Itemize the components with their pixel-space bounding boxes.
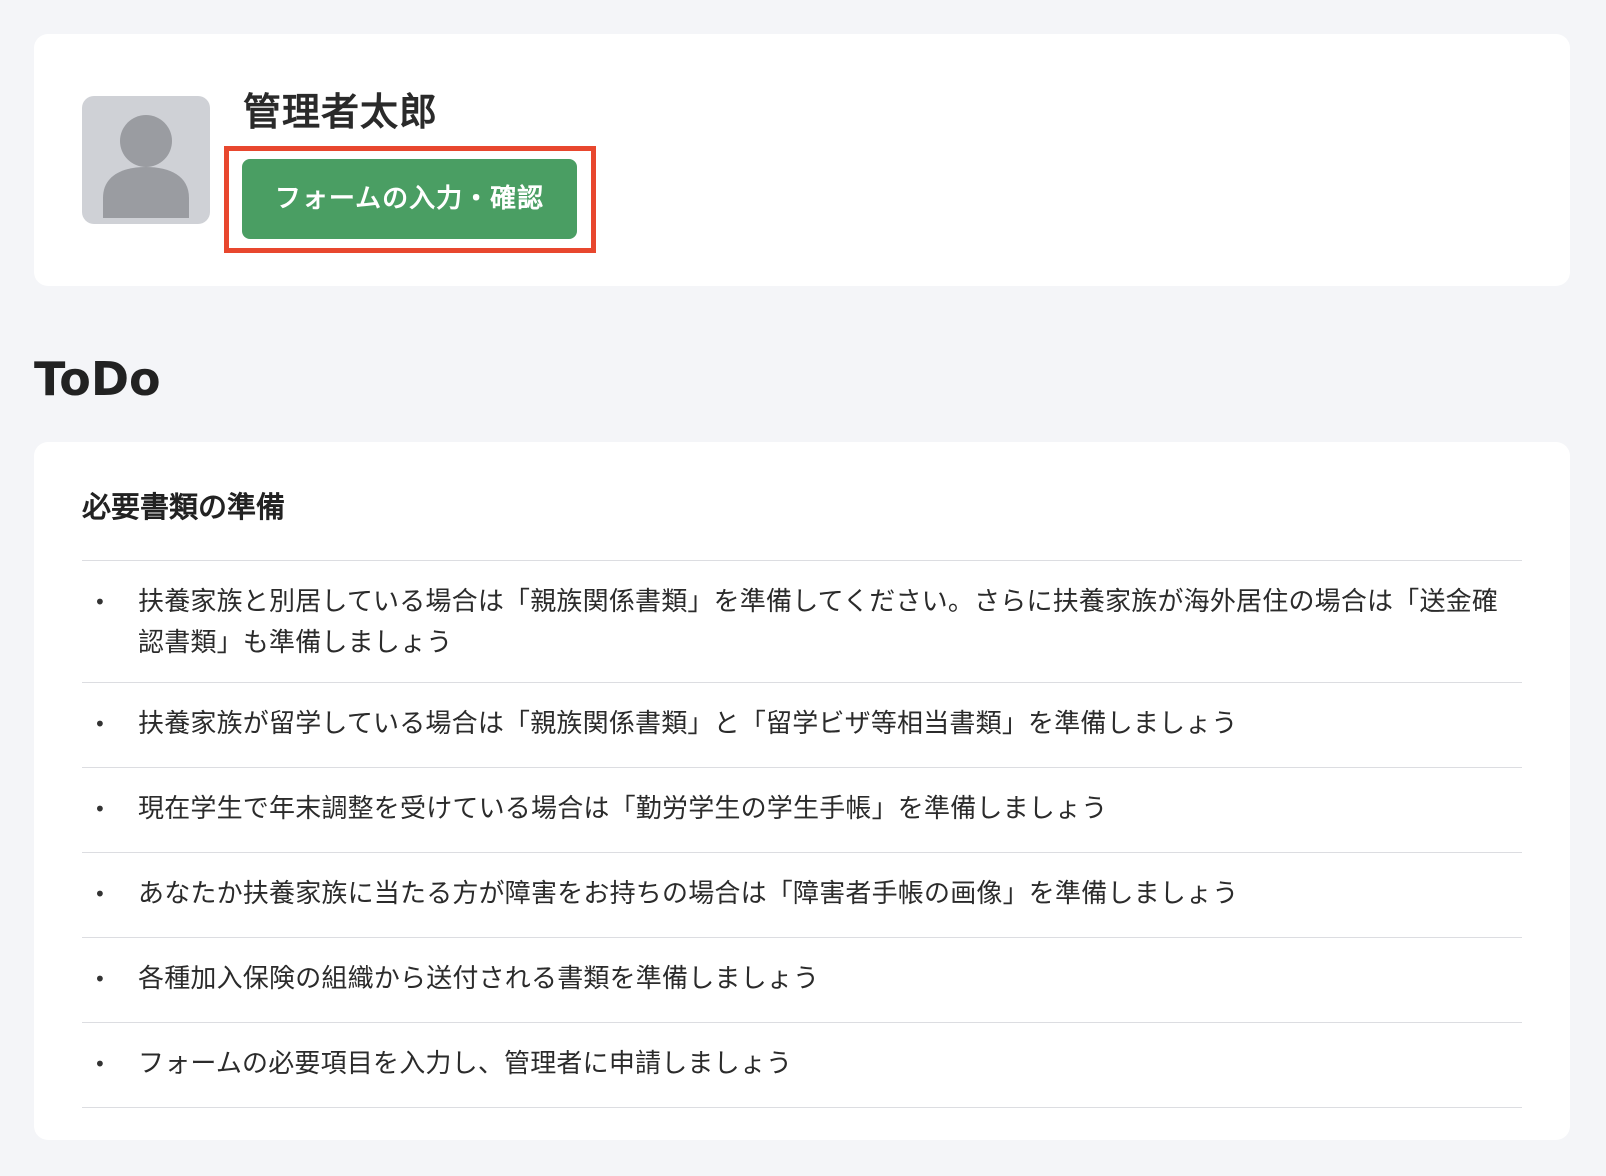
bullet: • <box>94 797 106 821</box>
todo-item-text: 各種加入保険の組織から送付される書類を準備しましょう <box>138 964 820 994</box>
todo-item: • 扶養家族が留学している場合は「親族関係書類」と「留学ビザ等相当書類」を準備し… <box>82 683 1522 768</box>
todo-item: • あなたか扶養家族に当たる方が障害をお持ちの場合は「障害者手帳の画像」を準備し… <box>82 853 1522 938</box>
todo-item-text: 扶養家族と別居している場合は「親族関係書類」を準備してください。さらに扶養家族が… <box>138 587 1499 658</box>
profile-name: 管理者太郎 <box>243 90 439 134</box>
todo-card-title: 必要書類の準備 <box>82 490 286 524</box>
todo-list: • 扶養家族と別居している場合は「親族関係書類」を準備してください。さらに扶養家… <box>82 560 1522 1108</box>
todo-item: • 現在学生で年末調整を受けている場合は「勤労学生の学生手帳」を準備しましょう <box>82 768 1522 853</box>
bullet: • <box>94 967 106 991</box>
bullet: • <box>94 590 106 614</box>
todo-heading: ToDo <box>34 352 161 406</box>
avatar <box>82 96 210 224</box>
bullet: • <box>94 882 106 906</box>
todo-item: • フォームの必要項目を入力し、管理者に申請しましょう <box>82 1023 1522 1108</box>
form-input-confirm-button[interactable]: フォームの入力・確認 <box>242 159 577 239</box>
user-silhouette-icon <box>103 115 189 218</box>
todo-item-text: フォームの必要項目を入力し、管理者に申請しましょう <box>138 1049 793 1079</box>
profile-card: 管理者太郎 フォームの入力・確認 <box>34 34 1570 286</box>
todo-card: 必要書類の準備 • 扶養家族と別居している場合は「親族関係書類」を準備してくださ… <box>34 442 1570 1140</box>
todo-item-text: 扶養家族が留学している場合は「親族関係書類」と「留学ビザ等相当書類」を準備しまし… <box>138 709 1238 739</box>
todo-item-text: 現在学生で年末調整を受けている場合は「勤労学生の学生手帳」を準備しましょう <box>138 794 1108 824</box>
bullet: • <box>94 1052 106 1076</box>
todo-item-text: あなたか扶養家族に当たる方が障害をお持ちの場合は「障害者手帳の画像」を準備しまし… <box>138 879 1239 909</box>
bullet: • <box>94 712 106 736</box>
todo-item: • 扶養家族と別居している場合は「親族関係書類」を準備してください。さらに扶養家… <box>82 561 1522 683</box>
todo-item: • 各種加入保険の組織から送付される書類を準備しましょう <box>82 938 1522 1023</box>
